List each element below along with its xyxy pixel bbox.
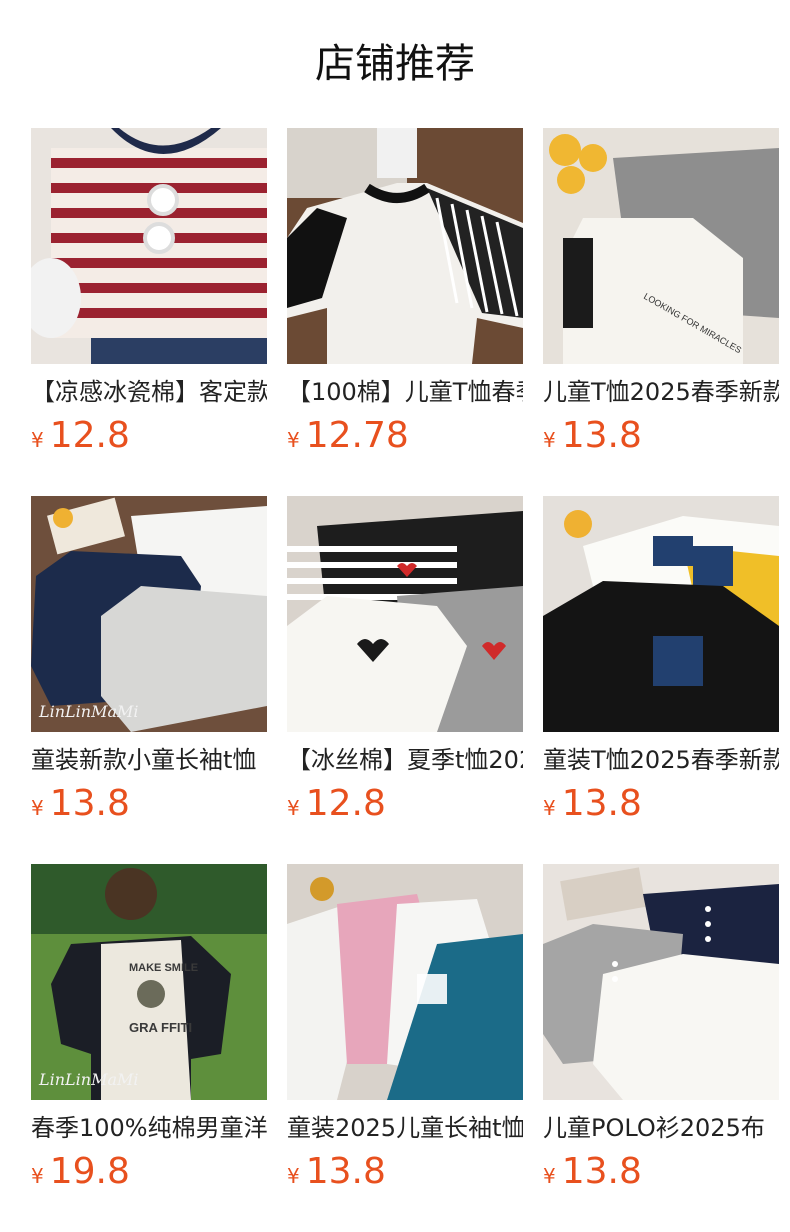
product-image[interactable] <box>31 128 267 364</box>
product-image[interactable] <box>287 496 523 732</box>
product-card[interactable]: 儿童POLO衫2025布 ¥13.8 <box>543 864 779 1192</box>
image-watermark: LinLinMaMi <box>39 1070 139 1089</box>
product-image[interactable] <box>287 864 523 1100</box>
product-image[interactable]: LOOKING FOR MIRACLES <box>543 128 779 364</box>
product-image[interactable] <box>543 864 779 1100</box>
product-name: 【冰丝棉】夏季t恤2025 <box>287 746 523 774</box>
product-card[interactable]: 童装T恤2025春季新款 ¥13.8 <box>543 496 779 824</box>
product-name: 【100棉】儿童T恤春季 <box>287 378 523 406</box>
product-price: ¥12.8 <box>287 784 386 824</box>
currency-symbol: ¥ <box>31 428 44 452</box>
page-title: 店铺推荐 <box>315 41 475 87</box>
product-card[interactable]: LOOKING FOR MIRACLES 儿童T恤2025春季新款 ¥13.8 <box>543 128 779 456</box>
currency-symbol: ¥ <box>543 1164 556 1188</box>
product-card[interactable]: 【100棉】儿童T恤春季 ¥12.78 <box>287 128 523 456</box>
product-price: ¥13.8 <box>543 416 642 456</box>
product-price: ¥12.8 <box>31 416 130 456</box>
price-value: 12.78 <box>305 415 409 456</box>
price-value: 13.8 <box>561 415 642 456</box>
currency-symbol: ¥ <box>287 1164 300 1188</box>
product-price: ¥19.8 <box>31 1152 130 1192</box>
product-name: 童装2025儿童长袖t恤 <box>287 1114 523 1142</box>
product-name: 儿童T恤2025春季新款 <box>543 378 779 406</box>
currency-symbol: ¥ <box>31 796 44 820</box>
product-name: 童装T恤2025春季新款 <box>543 746 779 774</box>
image-watermark: LinLinMaMi <box>39 702 139 721</box>
product-card[interactable]: LinLinMaMi 童装新款小童长袖t恤 ¥13.8 <box>31 496 267 824</box>
price-value: 13.8 <box>561 783 642 824</box>
price-value: 12.8 <box>49 415 130 456</box>
price-value: 12.8 <box>305 783 386 824</box>
price-value: 13.8 <box>561 1151 642 1192</box>
product-image[interactable]: LinLinMaMi <box>31 496 267 732</box>
product-card[interactable]: 童装2025儿童长袖t恤 ¥13.8 <box>287 864 523 1192</box>
product-image[interactable] <box>287 128 523 364</box>
currency-symbol: ¥ <box>287 796 300 820</box>
currency-symbol: ¥ <box>543 796 556 820</box>
shirt-print-bottom: GRA FFITI <box>129 1020 193 1035</box>
shirt-print-top: MAKE SMILE <box>129 962 199 974</box>
price-value: 19.8 <box>49 1151 130 1192</box>
product-card[interactable]: 【冰丝棉】夏季t恤2025 ¥12.8 <box>287 496 523 824</box>
product-price: ¥13.8 <box>31 784 130 824</box>
product-name: 儿童POLO衫2025布 <box>543 1114 765 1142</box>
product-card[interactable]: 【凉感冰瓷棉】客定款 ¥12.8 <box>31 128 267 456</box>
product-image[interactable]: MAKE SMILE GRA FFITI LinLinMaMi <box>31 864 267 1100</box>
product-price: ¥13.8 <box>287 1152 386 1192</box>
price-value: 13.8 <box>305 1151 386 1192</box>
product-image[interactable] <box>543 496 779 732</box>
product-card[interactable]: MAKE SMILE GRA FFITI LinLinMaMi 春季100%纯棉… <box>31 864 267 1192</box>
product-price: ¥13.8 <box>543 1152 642 1192</box>
product-price: ¥12.78 <box>287 416 409 456</box>
price-value: 13.8 <box>49 783 130 824</box>
product-name: 春季100%纯棉男童洋气 <box>31 1114 267 1142</box>
currency-symbol: ¥ <box>31 1164 44 1188</box>
product-price: ¥13.8 <box>543 784 642 824</box>
product-name: 【凉感冰瓷棉】客定款 <box>31 378 267 406</box>
currency-symbol: ¥ <box>543 428 556 452</box>
currency-symbol: ¥ <box>287 428 300 452</box>
product-name: 童装新款小童长袖t恤 <box>31 746 257 774</box>
